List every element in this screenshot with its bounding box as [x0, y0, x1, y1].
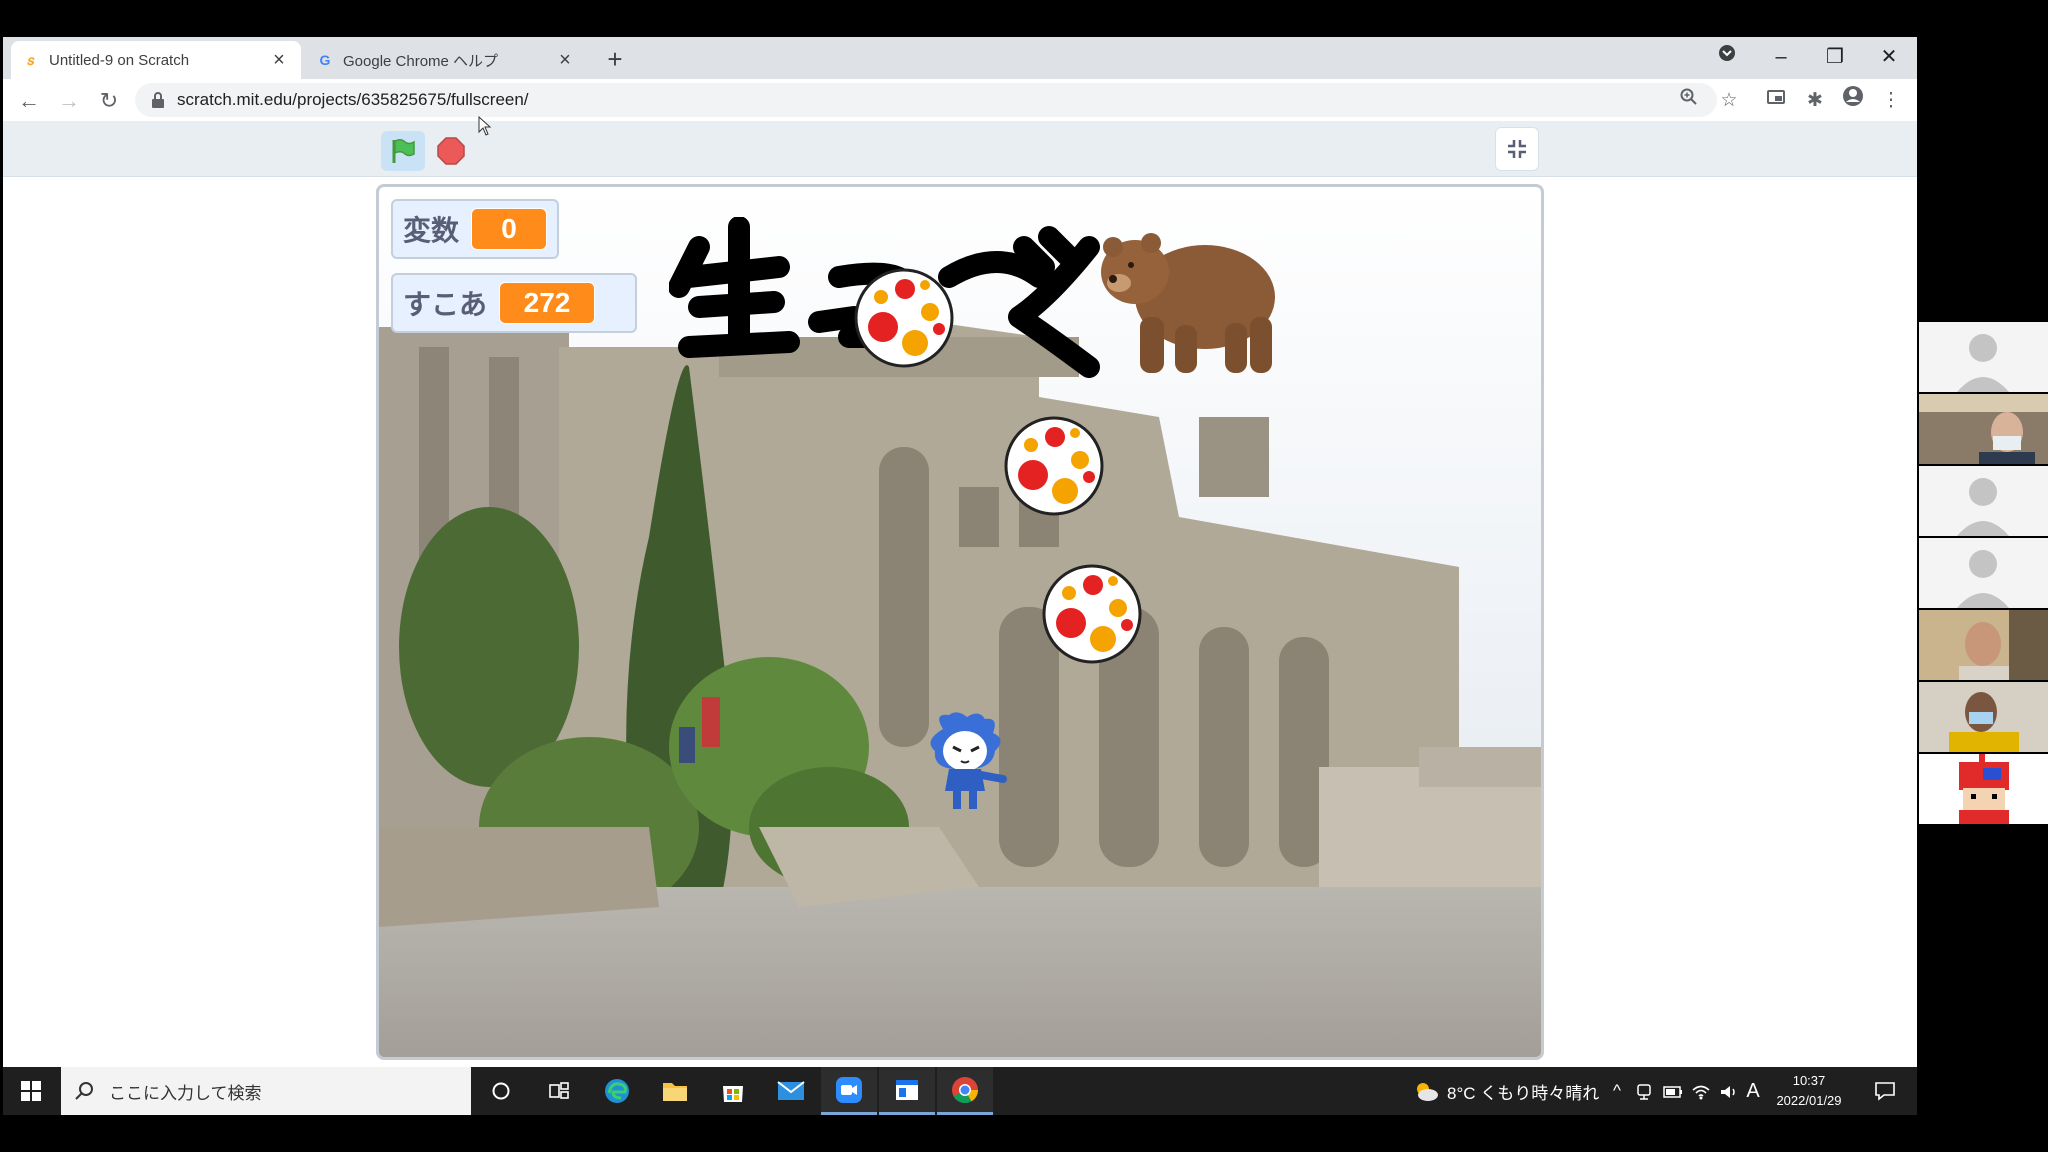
participant-tile[interactable] [1919, 682, 2048, 752]
scratch-stage[interactable]: 変数 0 すこあ 272 [376, 184, 1544, 1060]
windows-taskbar: ここに入力して検索 8°C くもり時々晴れ ^ A 10:37 2022/01/… [3, 1067, 1917, 1115]
tab-title: Untitled-9 on Scratch [49, 51, 190, 69]
weather-text: 8°C くもり時々晴れ [1447, 1083, 1600, 1103]
variable-monitor-score: すこあ 272 [391, 273, 637, 333]
stop-button[interactable] [431, 131, 471, 171]
clock[interactable]: 10:37 2022/01/29 [1763, 1071, 1855, 1111]
participant-video [1919, 682, 2048, 752]
close-tab-icon[interactable]: × [555, 49, 575, 72]
pixel-art-avatar [1919, 754, 2048, 824]
exit-fullscreen-icon [1508, 140, 1526, 158]
green-flag-icon [392, 138, 415, 163]
clock-date: 2022/01/29 [1776, 1093, 1842, 1108]
lock-icon [152, 92, 164, 108]
meet-now-icon[interactable] [1633, 1067, 1655, 1115]
volume-icon[interactable] [1717, 1067, 1741, 1115]
monitor-label: すこあ [403, 289, 488, 320]
avatar-placeholder-icon [1919, 322, 2048, 392]
polka-dot-ball-sprite[interactable] [853, 267, 955, 369]
restore-icon[interactable]: ❐ [1815, 41, 1855, 73]
tab-search-icon[interactable] [1707, 41, 1747, 73]
address-bar[interactable]: scratch.mit.edu/projects/635825675/fulls… [135, 83, 1717, 117]
reload-icon[interactable]: ↻ [93, 85, 125, 117]
forward-icon[interactable]: → [53, 85, 85, 117]
zoom-app-icon[interactable] [821, 1067, 877, 1115]
participant-tile[interactable] [1919, 466, 2048, 536]
taskbar-search-box[interactable]: ここに入力して検索 [61, 1067, 471, 1115]
browser-toolbar: ← → ↻ scratch.mit.edu/projects/635825675… [3, 79, 1917, 121]
windows-logo-icon [21, 1081, 41, 1101]
participant-tile[interactable] [1919, 754, 2048, 824]
task-view-icon[interactable] [531, 1067, 587, 1115]
polka-dot-ball-sprite[interactable] [1041, 563, 1143, 665]
window-app-icon[interactable] [879, 1067, 935, 1115]
ime-indicator[interactable]: A [1743, 1067, 1763, 1115]
zoom-icon[interactable] [1673, 85, 1705, 117]
mouse-cursor-icon [478, 116, 492, 136]
microsoft-store-icon[interactable] [705, 1067, 761, 1115]
stop-icon [437, 137, 465, 165]
scratch-player-header [3, 121, 1917, 177]
polka-dot-ball-sprite[interactable] [1003, 415, 1105, 517]
monitor-label: 変数 [403, 215, 460, 246]
cortana-icon[interactable] [473, 1067, 529, 1115]
battery-icon[interactable] [1661, 1067, 1685, 1115]
profile-avatar-icon[interactable] [1837, 85, 1869, 117]
close-window-icon[interactable]: ✕ [1869, 41, 1909, 73]
mail-icon[interactable] [763, 1067, 819, 1115]
menu-kebab-icon[interactable]: ⋮ [1875, 85, 1907, 117]
new-tab-button[interactable]: + [599, 43, 631, 75]
monitor-value: 272 [499, 282, 596, 324]
tab-strip: 𝑠 Untitled-9 on Scratch × G Google Chrom… [3, 37, 1917, 79]
participant-video [1919, 394, 2048, 464]
google-g-icon: G [319, 52, 331, 68]
extensions-puzzle-icon[interactable]: ✱ [1799, 85, 1831, 117]
variable-monitor-hensu: 変数 0 [391, 199, 559, 259]
search-placeholder: ここに入力して検索 [109, 1083, 262, 1103]
blue-character-sprite[interactable] [923, 709, 1009, 813]
wifi-icon[interactable] [1689, 1067, 1713, 1115]
participant-tile[interactable] [1919, 322, 2048, 392]
avatar-placeholder-icon [1919, 538, 2048, 608]
scratch-cat-icon: 𝑠 [27, 51, 35, 68]
back-icon[interactable]: ← [13, 85, 45, 117]
cast-icon[interactable] [1760, 85, 1792, 117]
tab-chrome-help[interactable]: G Google Chrome ヘルプ × [305, 41, 587, 79]
tab-scratch[interactable]: 𝑠 Untitled-9 on Scratch × [11, 41, 301, 79]
url-text: scratch.mit.edu/projects/635825675/fulls… [177, 90, 529, 109]
clock-time: 10:37 [1792, 1073, 1826, 1088]
weather-widget[interactable]: 8°C くもり時々晴れ [1413, 1067, 1599, 1115]
participant-video [1919, 610, 2048, 680]
avatar-placeholder-icon [1919, 466, 2048, 536]
partly-cloudy-icon [1417, 1083, 1438, 1101]
minimize-icon[interactable]: – [1761, 41, 1801, 73]
participant-tile[interactable] [1919, 610, 2048, 680]
video-participants-strip [1919, 322, 2048, 830]
bear-sprite[interactable] [1095, 217, 1275, 377]
notification-center-icon[interactable] [1863, 1067, 1907, 1115]
tab-title: Google Chrome ヘルプ [343, 52, 499, 70]
green-flag-button[interactable] [381, 131, 425, 171]
start-button[interactable] [3, 1067, 59, 1115]
monitor-value: 0 [471, 208, 547, 250]
search-icon [75, 1082, 93, 1100]
file-explorer-icon[interactable] [647, 1067, 703, 1115]
participant-tile[interactable] [1919, 538, 2048, 608]
chevron-up-icon[interactable]: ^ [1607, 1067, 1627, 1115]
exit-fullscreen-button[interactable] [1495, 127, 1539, 171]
chrome-icon[interactable] [937, 1067, 993, 1115]
edge-browser-icon[interactable] [589, 1067, 645, 1115]
participant-tile[interactable] [1919, 394, 2048, 464]
close-tab-icon[interactable]: × [269, 49, 289, 72]
bookmark-star-icon[interactable]: ☆ [1713, 85, 1745, 117]
